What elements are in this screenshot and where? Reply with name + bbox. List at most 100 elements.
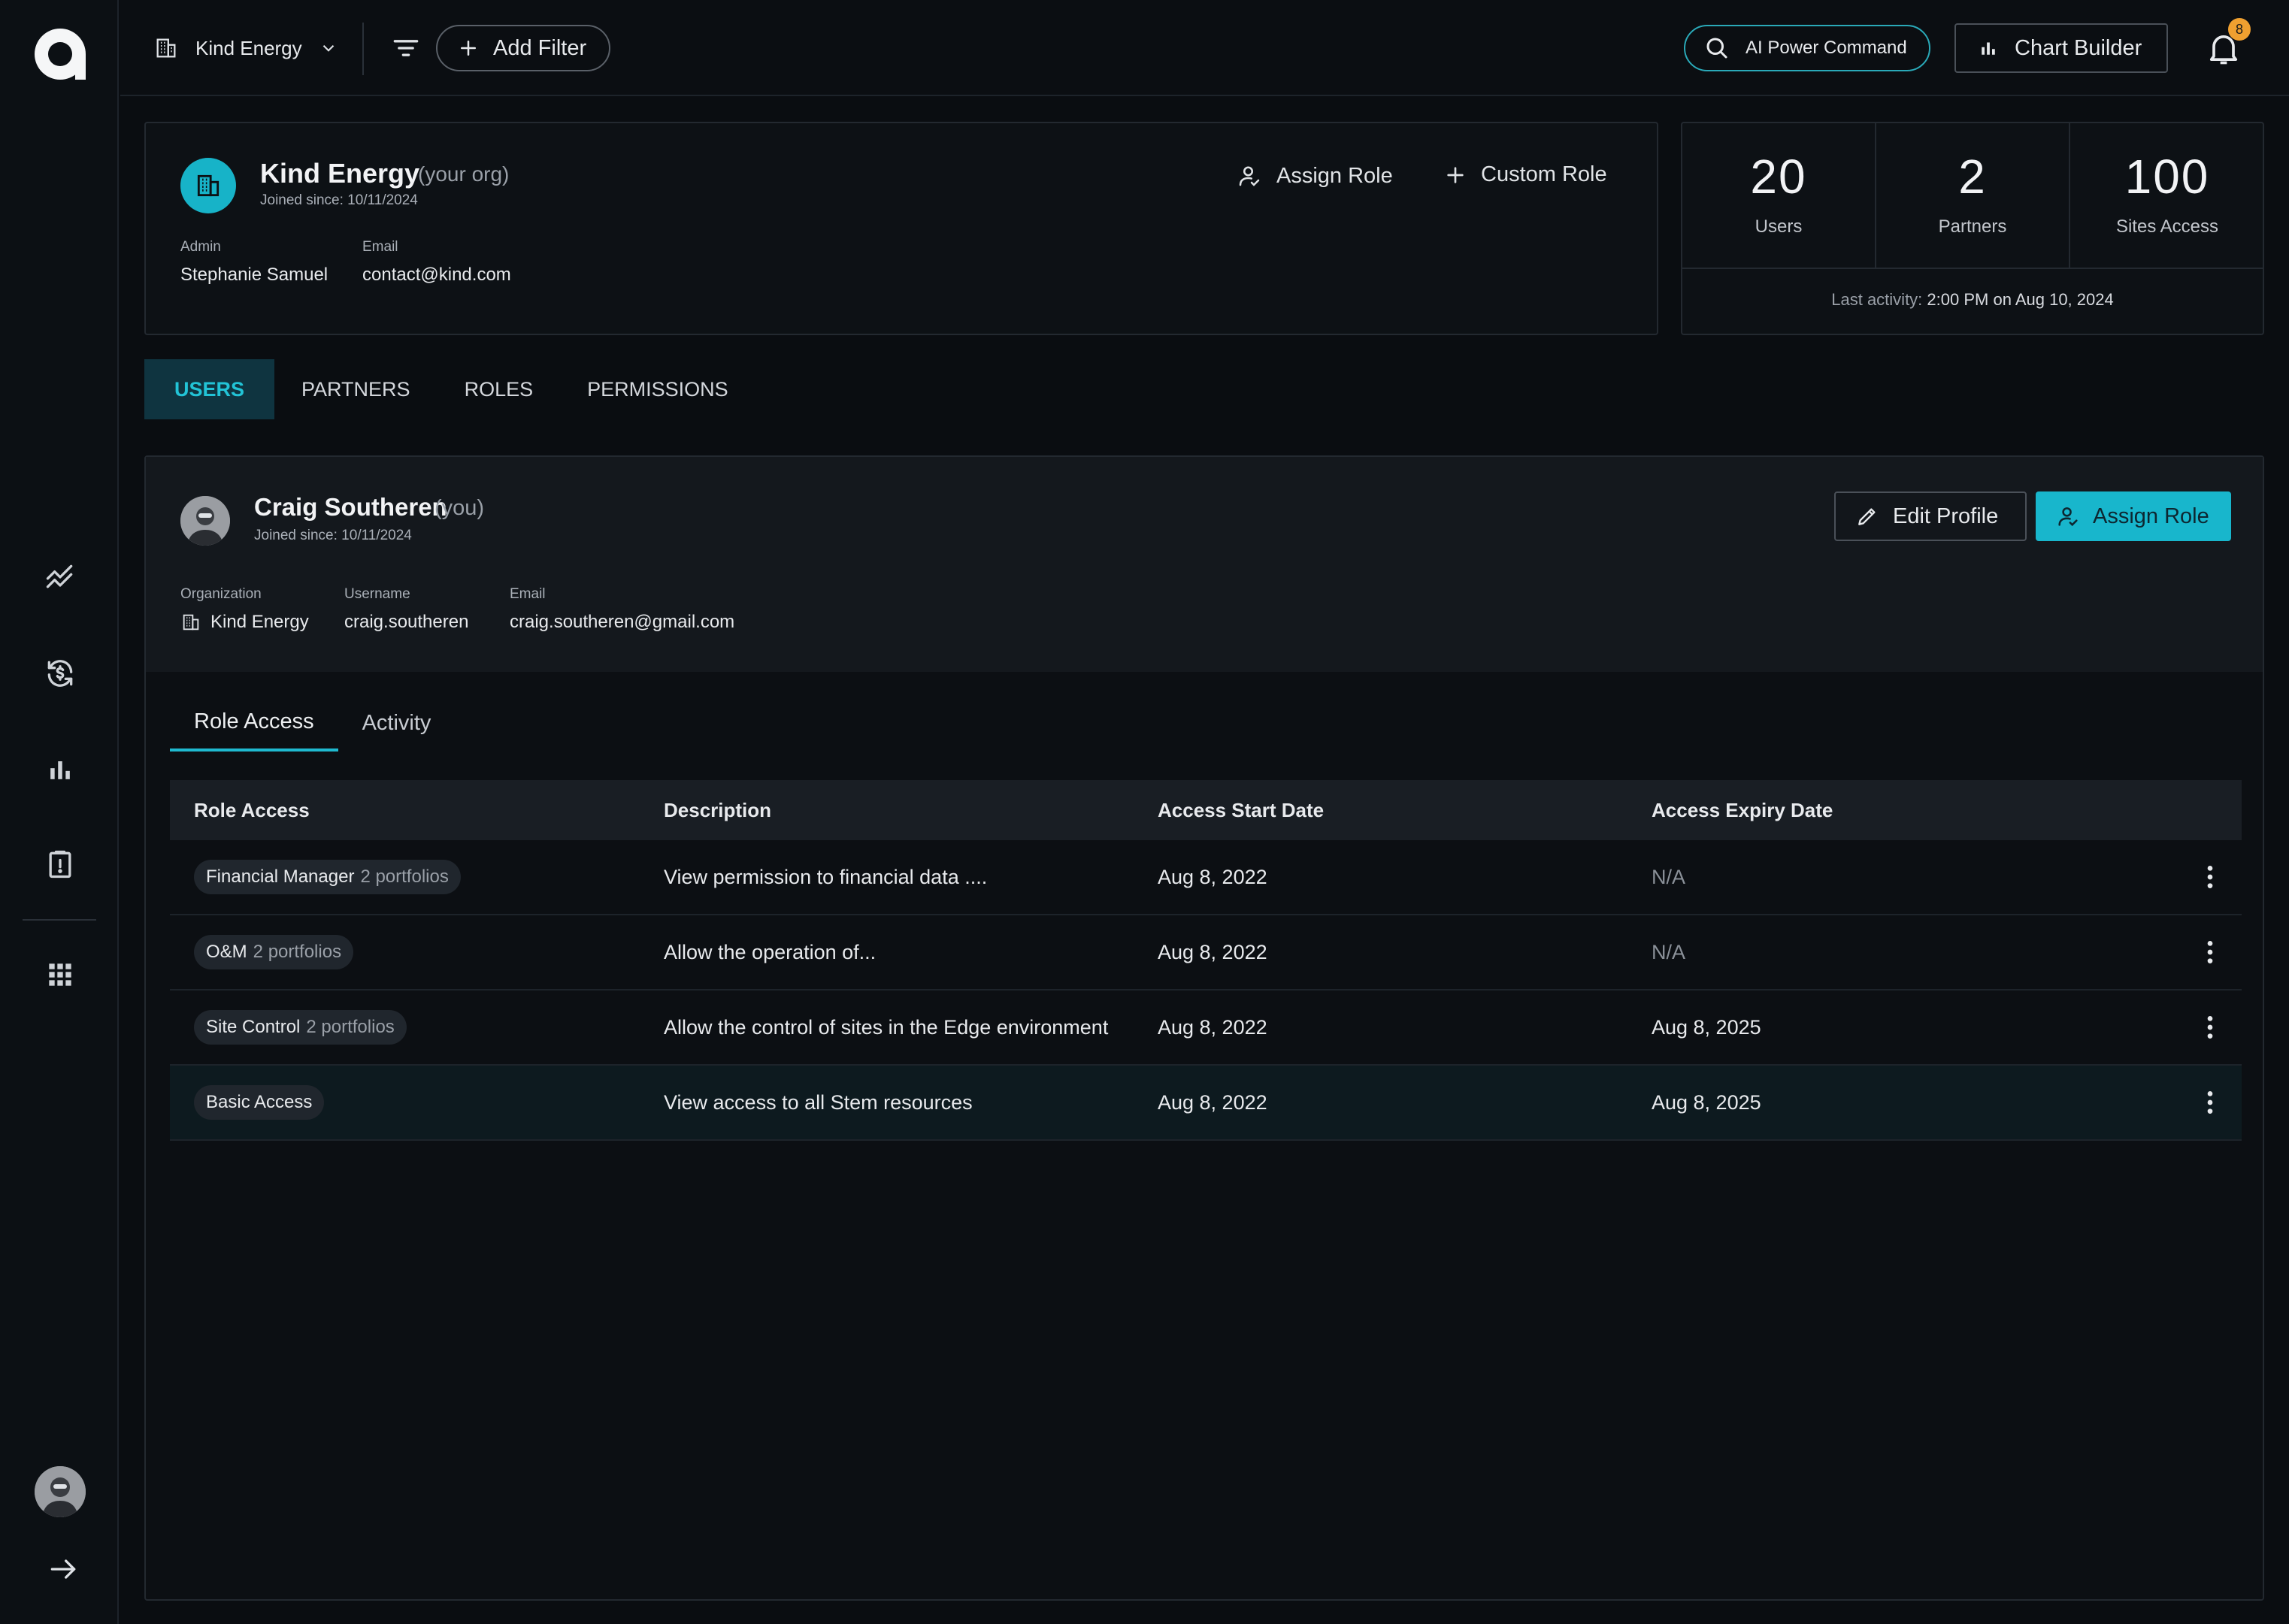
- row-menu-button[interactable]: [2178, 937, 2242, 967]
- user-email-value: craig.southeren@gmail.com: [510, 612, 735, 632]
- stats-divider: [1682, 268, 2263, 269]
- role-pill[interactable]: Basic Access: [194, 1085, 325, 1120]
- sidebar: [0, 0, 119, 1624]
- org-joined-date: Joined since: 10/11/2024: [260, 192, 418, 208]
- role-pill[interactable]: Site Control 2 portfolios: [194, 1010, 407, 1045]
- last-activity-label: Last activity:: [1831, 290, 1923, 309]
- org-avatar: [180, 158, 236, 213]
- main-tabs: USERS PARTNERS ROLES PERMISSIONS: [144, 359, 755, 419]
- building-icon: [183, 614, 199, 631]
- tab-permissions[interactable]: PERMISSIONS: [560, 359, 755, 419]
- role-pill[interactable]: O&M 2 portfolios: [194, 935, 354, 969]
- edit-profile-label: Edit Profile: [1893, 504, 1999, 528]
- building-icon: [197, 174, 220, 197]
- org-selector[interactable]: Kind Energy: [153, 27, 338, 69]
- user-name: Craig Southeren: [254, 493, 447, 521]
- tab-activity[interactable]: Activity: [338, 694, 456, 752]
- users-label: Users: [1755, 216, 1803, 237]
- ai-power-command-search[interactable]: AI Power Command: [1684, 25, 1930, 71]
- analytics-trend-icon[interactable]: [38, 555, 83, 600]
- description-cell: Allow the operation of...: [664, 940, 877, 963]
- sub-tabs: Role Access Activity: [170, 694, 455, 752]
- table-header: Role Access Description Access Start Dat…: [170, 780, 2242, 840]
- apps-grid-icon[interactable]: [38, 952, 83, 997]
- user-assign-role-button[interactable]: Assign Role: [2036, 491, 2231, 541]
- notification-count-badge: 8: [2228, 18, 2251, 41]
- partners-count: 2: [1958, 150, 1987, 204]
- bar-chart-icon: [1982, 42, 1995, 55]
- tab-partners[interactable]: PARTNERS: [274, 359, 438, 419]
- user-detail-panel: Craig Southeren (you) Joined since: 10/1…: [144, 455, 2264, 1601]
- tab-users[interactable]: USERS: [144, 359, 275, 419]
- topbar-divider: [362, 23, 364, 75]
- chevron-down-icon: [322, 44, 334, 52]
- row-menu-button[interactable]: [2178, 1012, 2242, 1042]
- expiry-date-cell: N/A: [1652, 940, 1686, 963]
- chart-builder-button[interactable]: Chart Builder: [1954, 23, 2168, 73]
- tab-role-access[interactable]: Role Access: [170, 694, 338, 752]
- last-activity: Last activity: 2:00 PM on Aug 10, 2024: [1682, 290, 2263, 310]
- partners-stat: 2 Partners: [1876, 123, 2070, 268]
- organization-card: Kind Energy (your org) Joined since: 10/…: [144, 122, 1658, 335]
- sites-label: Sites Access: [2115, 216, 2219, 237]
- expiry-date-cell: N/A: [1652, 865, 1686, 888]
- table-row[interactable]: Site Control 2 portfolios Allow the contr…: [170, 990, 2242, 1066]
- more-vertical-icon: [2207, 941, 2212, 963]
- role-pill[interactable]: Financial Manager 2 portfolios: [194, 860, 461, 894]
- sites-stat: 100 Sites Access: [2070, 123, 2264, 268]
- filter-icon[interactable]: [389, 32, 422, 65]
- role-cell: Basic Access: [170, 1085, 664, 1120]
- more-vertical-icon: [2207, 866, 2212, 888]
- add-filter-button[interactable]: Add Filter: [436, 25, 611, 71]
- org-name: Kind Energy: [260, 158, 420, 189]
- table-row[interactable]: O&M 2 portfolios Allow the operation of..…: [170, 915, 2242, 990]
- row-menu-button[interactable]: [2178, 862, 2242, 892]
- role-name: Site Control: [206, 1017, 301, 1037]
- user-assign-role-label: Assign Role: [2093, 504, 2209, 528]
- expiry-date-cell: Aug 8, 2025: [1652, 1090, 1761, 1114]
- currency-sync-icon[interactable]: [38, 651, 83, 696]
- row-menu-button[interactable]: [2178, 1087, 2242, 1117]
- start-date-cell: Aug 8, 2022: [1158, 1015, 1267, 1039]
- app-logo[interactable]: [35, 29, 86, 80]
- search-icon: [1706, 38, 1727, 59]
- tab-roles[interactable]: ROLES: [438, 359, 561, 419]
- header-start-date[interactable]: Access Start Date: [1158, 799, 1652, 822]
- sidebar-divider: [23, 919, 96, 921]
- org-email-label: Email: [362, 239, 398, 255]
- table-row[interactable]: Financial Manager 2 portfolios View permi…: [170, 840, 2242, 915]
- user-header: Craig Southeren (you) Joined since: 10/1…: [146, 457, 2263, 672]
- header-description[interactable]: Description: [664, 799, 1158, 822]
- users-count: 20: [1750, 150, 1807, 204]
- org-assign-role-button[interactable]: Assign Role: [1236, 162, 1393, 189]
- username-value: craig.southeren: [344, 612, 469, 632]
- bar-chart-icon[interactable]: [38, 747, 83, 792]
- role-access-table: Role Access Description Access Start Dat…: [170, 780, 2242, 1141]
- org-tag: (your org): [418, 162, 510, 186]
- role-cell: O&M 2 portfolios: [170, 935, 664, 969]
- role-cell: Site Control 2 portfolios: [170, 1010, 664, 1045]
- header-expiry-date[interactable]: Access Expiry Date: [1652, 799, 2178, 822]
- ai-power-command-label: AI Power Command: [1746, 38, 1907, 58]
- header-role-access[interactable]: Role Access: [170, 799, 664, 822]
- user-avatar[interactable]: [35, 1466, 86, 1517]
- user-you-tag: (you): [434, 496, 485, 520]
- clipboard-alert-icon[interactable]: [38, 842, 83, 887]
- start-date-cell: Aug 8, 2022: [1158, 940, 1267, 963]
- username-label: Username: [344, 586, 410, 602]
- org-selector-label: Kind Energy: [195, 36, 302, 59]
- user-email-label: Email: [510, 586, 546, 602]
- top-bar: Kind Energy Add Filter AI Power Command …: [120, 0, 2289, 96]
- table-row[interactable]: Basic Access View access to all Stem res…: [170, 1066, 2242, 1141]
- edit-profile-button[interactable]: Edit Profile: [1834, 491, 2027, 541]
- admin-value: Stephanie Samuel: [180, 265, 329, 285]
- sites-count: 100: [2124, 150, 2210, 204]
- user-check-icon: [2058, 507, 2078, 527]
- last-activity-value: 2:00 PM on Aug 10, 2024: [1927, 290, 2114, 309]
- expand-arrow-icon[interactable]: [41, 1547, 86, 1592]
- role-cell: Financial Manager 2 portfolios: [170, 860, 664, 894]
- custom-role-button[interactable]: Custom Role: [1443, 162, 1607, 187]
- more-vertical-icon: [2207, 1016, 2212, 1039]
- organization-name: Kind Energy: [210, 612, 309, 632]
- user-avatar: [180, 496, 230, 546]
